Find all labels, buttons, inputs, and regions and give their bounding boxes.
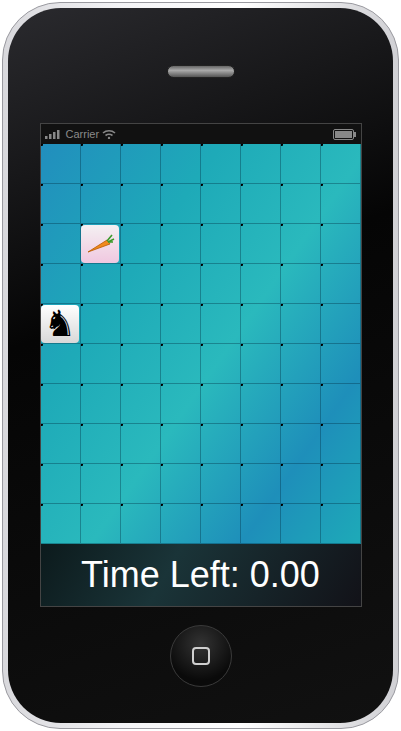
board-cell[interactable]: [81, 144, 121, 184]
board-cell[interactable]: [121, 344, 161, 384]
board-cell[interactable]: [161, 144, 201, 184]
board-cell[interactable]: [281, 304, 321, 344]
board-cell[interactable]: [281, 504, 321, 544]
board-cell[interactable]: [281, 184, 321, 224]
board-cell[interactable]: [81, 424, 121, 464]
board-cell[interactable]: [201, 144, 241, 184]
board-cell[interactable]: [161, 504, 201, 544]
board-cell[interactable]: [161, 424, 201, 464]
board-cell[interactable]: [241, 144, 281, 184]
board-cell[interactable]: [201, 344, 241, 384]
signal-icon: [45, 129, 63, 139]
board-cell[interactable]: [321, 464, 361, 504]
board-cell[interactable]: [201, 304, 241, 344]
board-cell[interactable]: [121, 464, 161, 504]
board-cell[interactable]: [121, 224, 161, 264]
board-cell[interactable]: [281, 424, 321, 464]
battery-icon: [333, 129, 357, 140]
screen: Carrier ♞ Time Left: 0.00: [40, 123, 362, 607]
board-cell[interactable]: [121, 384, 161, 424]
board-cell[interactable]: [81, 504, 121, 544]
board-cell[interactable]: [41, 424, 81, 464]
board-cell[interactable]: [201, 504, 241, 544]
board-cell[interactable]: [241, 384, 281, 424]
board-cell[interactable]: [281, 464, 321, 504]
board-cell[interactable]: [161, 264, 201, 304]
board-cell[interactable]: [241, 224, 281, 264]
timer-area: Time Left: 0.00: [41, 544, 361, 606]
board-cell[interactable]: [41, 344, 81, 384]
board-cell[interactable]: [281, 144, 321, 184]
board-cell[interactable]: [41, 224, 81, 264]
board-cell[interactable]: [121, 424, 161, 464]
board-cell[interactable]: [161, 464, 201, 504]
board-cell[interactable]: [201, 424, 241, 464]
board-cell[interactable]: [241, 264, 281, 304]
board-cell[interactable]: [81, 184, 121, 224]
board-cell[interactable]: [81, 264, 121, 304]
home-square-icon: [192, 647, 210, 665]
board-cell[interactable]: [81, 224, 121, 264]
board-cell[interactable]: [281, 264, 321, 304]
board-cell[interactable]: [41, 144, 81, 184]
status-bar: Carrier: [41, 124, 361, 144]
board-cell[interactable]: [241, 424, 281, 464]
board-cell[interactable]: [41, 264, 81, 304]
game-board: ♞: [41, 144, 361, 544]
board-cell[interactable]: [81, 384, 121, 424]
board-cell[interactable]: [321, 504, 361, 544]
board-cell[interactable]: [201, 264, 241, 304]
board-cell[interactable]: [241, 304, 281, 344]
board-cell[interactable]: [321, 384, 361, 424]
board-cell[interactable]: [81, 464, 121, 504]
board-cell[interactable]: [281, 384, 321, 424]
board-cell[interactable]: [321, 304, 361, 344]
board-cell[interactable]: [201, 184, 241, 224]
board-cell[interactable]: [321, 184, 361, 224]
board-cell[interactable]: [121, 504, 161, 544]
board-cell[interactable]: [121, 144, 161, 184]
board-cell[interactable]: [81, 344, 121, 384]
board-cell[interactable]: [321, 344, 361, 384]
knight-icon[interactable]: ♞: [41, 305, 79, 343]
board-cell[interactable]: [241, 344, 281, 384]
board-cell[interactable]: [321, 424, 361, 464]
board-cell[interactable]: [121, 264, 161, 304]
board-cell[interactable]: [321, 144, 361, 184]
speaker-icon: [167, 65, 235, 78]
board-cell[interactable]: [241, 464, 281, 504]
board-cell[interactable]: [121, 184, 161, 224]
phone-bezel: Carrier ♞ Time Left: 0.00: [8, 8, 393, 723]
time-left-label: Time Left: 0.00: [81, 554, 320, 596]
board-cell[interactable]: [321, 224, 361, 264]
board-cell[interactable]: [201, 384, 241, 424]
phone-frame: Carrier ♞ Time Left: 0.00: [2, 2, 399, 729]
board-cell[interactable]: [201, 224, 241, 264]
board-cell[interactable]: [241, 184, 281, 224]
board-cell[interactable]: [41, 384, 81, 424]
board-cell[interactable]: [201, 464, 241, 504]
board-cell[interactable]: [161, 344, 201, 384]
board-cell[interactable]: [161, 224, 201, 264]
board-cell[interactable]: [41, 184, 81, 224]
board-cell[interactable]: ♞: [41, 304, 81, 344]
board-cell[interactable]: [241, 504, 281, 544]
board-cell[interactable]: [161, 304, 201, 344]
board-cell[interactable]: [321, 264, 361, 304]
home-button[interactable]: [170, 625, 232, 687]
board-cell[interactable]: [81, 304, 121, 344]
board-cell[interactable]: [281, 344, 321, 384]
board-cell[interactable]: [161, 184, 201, 224]
wifi-icon: [102, 129, 116, 139]
board-cell[interactable]: [41, 464, 81, 504]
board-cell[interactable]: [281, 224, 321, 264]
board-cell[interactable]: [161, 384, 201, 424]
board-cell[interactable]: [121, 304, 161, 344]
board-cell[interactable]: [41, 504, 81, 544]
carrier-label: Carrier: [66, 128, 100, 140]
carrot-icon[interactable]: [81, 225, 119, 263]
